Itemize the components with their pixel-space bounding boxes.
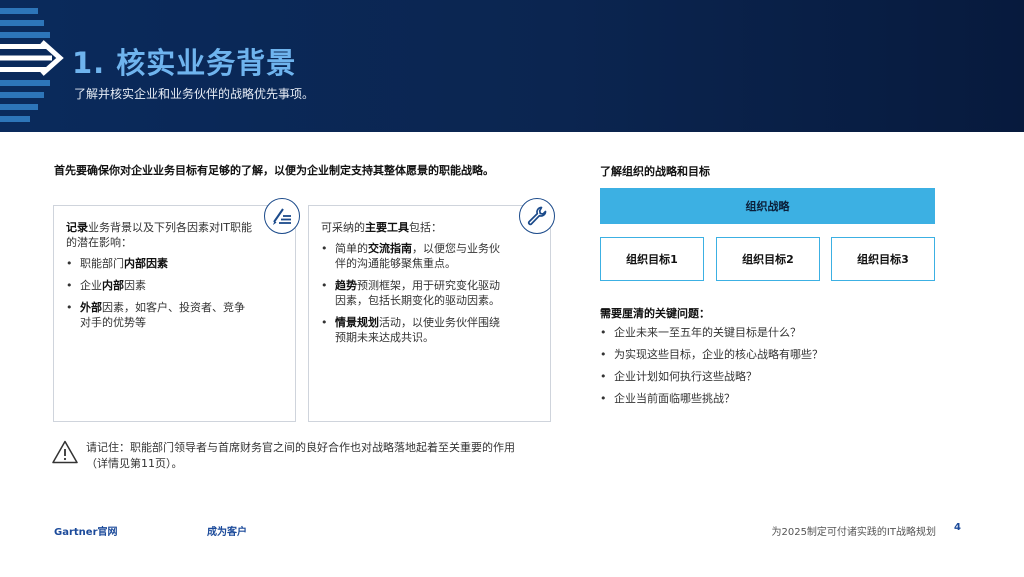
list-item: 企业当前面临哪些挑战？: [600, 391, 823, 406]
list-item: 为实现这些目标，企业的核心战略有哪些？: [600, 347, 823, 362]
arrow-right-icon: [0, 40, 64, 76]
key-questions-title: 需要厘清的关键问题：: [600, 307, 710, 320]
org-goal-2: 组织目标2: [716, 237, 820, 281]
card-key-tools: 可采纳的主要工具包括： 简单的交流指南，以便您与业务伙伴的沟通能够聚焦重点。 趋…: [308, 205, 551, 422]
become-client-link[interactable]: 成为客户: [207, 523, 247, 538]
list-item: 企业未来一至五年的关键目标是什么？: [600, 325, 823, 340]
header-banner: 1. 核实业务背景 了解并核实企业和业务伙伴的战略优先事项。: [0, 0, 1024, 132]
intro-text: 首先要确保你对企业业务目标有足够的了解，以便为企业制定支持其整体愿景的职能战略。: [54, 164, 494, 177]
list-item: 趋势预测框架，用于研究变化驱动因素，包括长期变化的驱动因素。: [321, 278, 510, 308]
org-strategy-box: 组织战略: [600, 188, 935, 224]
document-title: 为2025制定可付诸实践的IT战略规划: [771, 527, 936, 538]
key-questions-list: 企业未来一至五年的关键目标是什么？ 为实现这些目标，企业的核心战略有哪些？ 企业…: [600, 325, 823, 413]
card2-body: 可采纳的主要工具包括： 简单的交流指南，以便您与业务伙伴的沟通能够聚焦重点。 趋…: [321, 220, 510, 352]
card2-bullets: 简单的交流指南，以便您与业务伙伴的沟通能够聚焦重点。 趋势预测框架，用于研究变化…: [321, 241, 510, 345]
wrench-icon: [519, 198, 555, 234]
list-item: 企业计划如何执行这些战略？: [600, 369, 823, 384]
card1-body: 记录业务背景以及下列各因素对IT职能的潜在影响： 职能部门内部因素 企业内部因素…: [66, 220, 255, 337]
card1-bullets: 职能部门内部因素 企业内部因素 外部因素，如客户、投资者、竞争对手的优势等: [66, 256, 255, 330]
list-item: 职能部门内部因素: [66, 256, 255, 271]
reminder-note: 请记住：职能部门领导者与首席财务官之间的良好合作也对战略落地起着至关重要的作用（…: [86, 441, 515, 470]
gartner-website-link[interactable]: Gartner官网: [54, 523, 118, 538]
page-number: 4: [954, 522, 961, 533]
warning-icon: [52, 440, 78, 464]
list-item: 外部因素，如客户、投资者、竞争对手的优势等: [66, 300, 255, 330]
card1-lead: 记录业务背景以及下列各因素对IT职能的潜在影响：: [66, 221, 252, 249]
org-goal-3: 组织目标3: [831, 237, 935, 281]
list-item: 简单的交流指南，以便您与业务伙伴的沟通能够聚焦重点。: [321, 241, 510, 271]
org-goal-1: 组织目标1: [600, 237, 704, 281]
list-item: 情景规划活动，以使业务伙伴围绕预期未来达成共识。: [321, 315, 510, 345]
card2-lead: 可采纳的主要工具包括：: [321, 221, 442, 234]
page-title: 1. 核实业务背景: [72, 46, 297, 80]
document-pen-icon: [264, 198, 300, 234]
card-record-context: 记录业务背景以及下列各因素对IT职能的潜在影响： 职能部门内部因素 企业内部因素…: [53, 205, 296, 422]
list-item: 企业内部因素: [66, 278, 255, 293]
page-subtitle: 了解并核实企业和业务伙伴的战略优先事项。: [74, 87, 315, 101]
section-title-strategy: 了解组织的战略和目标: [600, 165, 710, 178]
